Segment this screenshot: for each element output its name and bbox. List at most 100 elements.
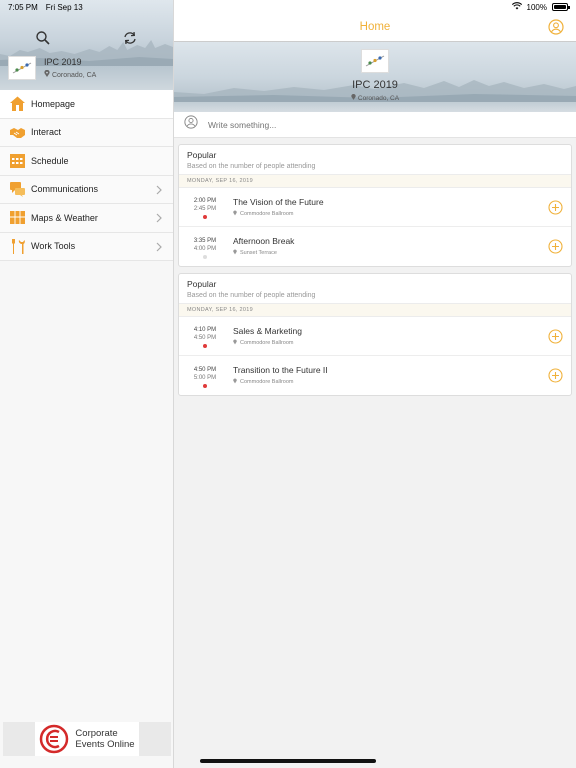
session-row[interactable]: 4:10 PM 4:50 PM Sales & Marketing Commod… — [179, 317, 571, 356]
profile-icon[interactable] — [548, 19, 564, 35]
popular-card: Popular Based on the number of people at… — [178, 144, 572, 267]
event-hero: IPC 2019 Coronado, CA — [174, 42, 576, 112]
location-pin-icon — [233, 339, 237, 347]
event-location-text: Coronado, CA — [357, 94, 400, 102]
chat-icon — [9, 181, 26, 198]
live-dot-indicator — [203, 344, 207, 348]
session-start: 4:10 PM — [193, 327, 217, 333]
session-end: 2:45 PM — [193, 206, 217, 212]
user-avatar-icon — [184, 115, 198, 134]
location-pin-icon — [351, 93, 356, 102]
sidebar-item-label: Maps & Weather — [31, 212, 98, 223]
battery-percent: 100% — [526, 2, 547, 12]
session-location-text: Sunset Terrace — [240, 250, 277, 256]
sidebar-item-schedule[interactable]: Schedule — [0, 147, 173, 176]
card-title: Popular — [187, 279, 217, 289]
add-session-icon[interactable] — [548, 200, 563, 215]
sidebar-menu: Homepage Interact Schedule Communication… — [0, 90, 173, 261]
chevron-right-icon — [155, 213, 163, 223]
refresh-icon[interactable] — [122, 30, 138, 46]
sidebar-item-label: Homepage — [31, 98, 76, 109]
session-start: 3:35 PM — [193, 237, 217, 244]
calendar-icon — [9, 152, 26, 169]
sidebar-item-interact[interactable]: Interact — [0, 118, 173, 147]
session-start: 2:00 PM — [193, 198, 217, 204]
corporate-events-online-logo[interactable]: Corporate Events Online — [35, 722, 139, 756]
sidebar-item-homepage[interactable]: Homepage — [0, 90, 173, 119]
ceo-logo-icon — [40, 724, 69, 754]
post-input[interactable] — [208, 119, 508, 130]
sidebar-item-maps-weather[interactable]: Maps & Weather — [0, 204, 173, 233]
footer-logo-line1: Corporate — [75, 728, 118, 739]
sidebar-event-location: Coronado, CA — [44, 69, 97, 79]
sidebar-item-label: Communications — [31, 184, 99, 195]
session-end: 4:50 PM — [193, 335, 217, 341]
card-subtitle: Based on the number of people attending — [187, 292, 316, 299]
session-row[interactable]: 2:00 PM 2:45 PM The Vision of the Future… — [179, 188, 571, 227]
card-subtitle: Based on the number of people attending — [187, 163, 316, 170]
session-times: 4:10 PM 4:50 PM — [179, 324, 231, 348]
location-pin-icon — [233, 378, 237, 386]
session-title: Afternoon Break — [233, 236, 295, 246]
sidebar-event-info[interactable]: IPC 2019 Coronado, CA — [8, 56, 96, 80]
session-start: 4:50 PM — [193, 366, 217, 373]
session-end: 4:00 PM — [193, 245, 217, 252]
footer-logo-line2: Events Online — [75, 739, 135, 750]
chevron-right-icon — [155, 242, 163, 252]
sidebar-item-communications[interactable]: Communications — [0, 175, 173, 204]
add-session-icon[interactable] — [548, 239, 563, 254]
sidebar-event-title: IPC 2019 — [44, 57, 82, 67]
session-times: 3:35 PM 4:00 PM — [179, 235, 231, 259]
session-location: Commodore Ballroom — [233, 378, 328, 386]
event-title: IPC 2019 — [352, 79, 398, 91]
status-dot-indicator — [203, 254, 207, 259]
sidebar-item-work-tools[interactable]: Work Tools — [0, 232, 173, 261]
popular-card: Popular Based on the number of people at… — [178, 273, 572, 396]
session-location-text: Commodore Ballroom — [240, 339, 294, 346]
chevron-right-icon — [155, 185, 163, 195]
sidebar-event-location-text: Coronado, CA — [51, 72, 97, 79]
wifi-icon — [511, 2, 522, 12]
status-date: Fri Sep 13 — [45, 2, 83, 12]
home-indicator[interactable] — [200, 759, 376, 763]
location-pin-icon — [233, 210, 237, 218]
event-logo — [361, 49, 389, 73]
sidebar-item-label: Work Tools — [31, 241, 76, 252]
search-icon[interactable] — [35, 30, 51, 46]
session-location: Commodore Ballroom — [233, 339, 302, 347]
session-times: 2:00 PM 2:45 PM — [179, 195, 231, 219]
map-icon — [9, 209, 26, 226]
sidebar: IPC 2019 Coronado, CA Homepage Interact — [0, 0, 174, 768]
event-location: Coronado, CA — [351, 93, 400, 102]
live-dot-indicator — [203, 383, 207, 388]
handshake-icon — [9, 124, 26, 141]
status-time: 7:05 PM — [8, 2, 38, 12]
main-content: Home IPC 2019 Coronado, CA Write somethi… — [174, 0, 576, 768]
status-bar: 7:05 PM Fri Sep 13 100% — [0, 0, 576, 14]
sidebar-item-label: Schedule — [31, 155, 69, 166]
date-header: MONDAY, SEP 16, 2019 — [179, 174, 571, 188]
tools-icon — [9, 238, 26, 255]
battery-icon — [552, 3, 570, 11]
add-session-icon[interactable] — [548, 368, 563, 383]
event-logo — [8, 56, 36, 80]
location-pin-icon — [44, 69, 52, 79]
add-session-icon[interactable] — [548, 329, 563, 344]
session-location: Commodore Ballroom — [233, 210, 324, 218]
sidebar-item-label: Interact — [31, 127, 62, 138]
session-times: 4:50 PM 5:00 PM — [179, 364, 231, 388]
session-location: Sunset Terrace — [233, 249, 294, 257]
session-title: Sales & Marketing — [233, 325, 302, 336]
session-row[interactable]: 4:50 PM 5:00 PM Transition to the Future… — [179, 356, 571, 395]
session-location-text: Commodore Ballroom — [240, 210, 294, 217]
sidebar-footer: Corporate Events Online — [3, 722, 171, 756]
location-pin-icon — [233, 249, 237, 257]
session-title: The Vision of the Future — [233, 196, 324, 207]
session-title: Transition to the Future II — [233, 365, 328, 375]
date-header: MONDAY, SEP 16, 2019 — [179, 303, 571, 317]
card-title: Popular — [187, 150, 217, 160]
session-row[interactable]: 3:35 PM 4:00 PM Afternoon Break Sunset T… — [179, 227, 571, 266]
compose-bar — [174, 112, 576, 138]
session-end: 5:00 PM — [193, 374, 217, 381]
home-icon — [9, 95, 26, 112]
